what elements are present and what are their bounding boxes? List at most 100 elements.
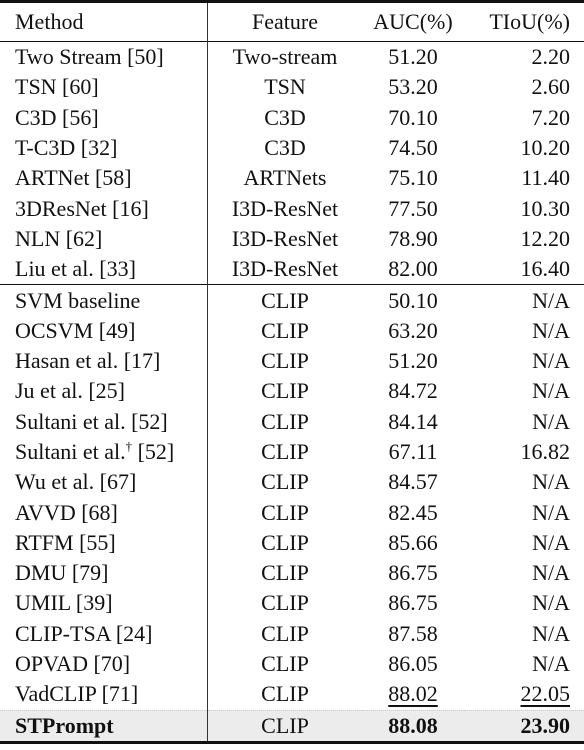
cell-method-text: Hasan et al. [17] (15, 348, 161, 374)
table-row: OPVAD [70] CLIP 86.05 N/A (0, 648, 584, 680)
cell-method-text: CLIP-TSA [24] (15, 620, 153, 646)
cell-tiou-text: 11.40 (521, 165, 570, 191)
cell-method-text: Wu et al. [67] (15, 469, 137, 495)
cell-feature: CLIP (208, 679, 363, 710)
cell-feature: ARTNets (208, 163, 363, 193)
table-row: T-C3D [32] C3D 74.50 10.20 (0, 132, 584, 164)
cell-feature: Two-stream (208, 42, 363, 73)
cell-feature-text: C3D (264, 104, 306, 130)
cell-tiou: 11.40 (464, 163, 584, 193)
cell-auc-text: 67.11 (388, 439, 438, 464)
cell-auc-text: 85.66 (388, 529, 438, 555)
cell-method: Ju et al. [25] (0, 376, 208, 407)
cell-method: 3DResNet [16] (0, 193, 208, 224)
cell-tiou: 10.30 (464, 193, 584, 223)
cell-method-text: STPrompt (15, 712, 114, 738)
cell-tiou: 16.82 (464, 437, 584, 467)
cell-method-text: Sultani et al. (15, 439, 126, 464)
table-row: NLN [62] I3D-ResNet 78.90 12.20 (0, 223, 584, 255)
cell-tiou: 7.20 (464, 103, 584, 133)
cell-method: AVVD [68] (0, 497, 208, 528)
cell-auc: 84.14 (362, 407, 464, 437)
cell-auc-text: 50.10 (388, 287, 438, 313)
cell-method-text: UMIL [39] (15, 590, 113, 616)
cell-auc-text: 51.20 (388, 44, 438, 70)
cell-feature-text: CLIP (261, 499, 309, 525)
cell-feature: CLIP (208, 316, 363, 346)
cell-auc-text: 88.08 (388, 712, 438, 738)
cell-tiou-text: N/A (532, 317, 570, 343)
cell-feature: I3D-ResNet (208, 254, 363, 285)
cell-method: Sultani et al. [52] (0, 406, 208, 437)
cell-feature-text: C3D (264, 135, 306, 161)
table-row: Two Stream [50] Two-stream 51.20 2.20 (0, 41, 584, 73)
cell-method: CLIP-TSA [24] (0, 618, 208, 649)
cell-method-text: TSN [60] (15, 74, 99, 100)
cell-auc-text: 84.57 (388, 469, 438, 495)
cell-auc-text: 74.50 (388, 135, 438, 161)
cell-auc: 70.10 (362, 103, 464, 133)
cell-feature-text: CLIP (261, 651, 309, 677)
cell-feature: I3D-ResNet (208, 193, 363, 223)
cell-tiou-text: 2.60 (531, 74, 571, 100)
cell-feature: CLIP (208, 346, 363, 376)
table-body: Two Stream [50] Two-stream 51.20 2.20 TSN [6… (0, 41, 584, 743)
cell-method: C3D [56] (0, 102, 208, 133)
cell-method-text: SVM baseline (15, 287, 141, 313)
table-row: Ju et al. [25] CLIP 84.72 N/A (0, 376, 584, 407)
cell-feature-text: CLIP (261, 590, 309, 616)
cell-auc: 78.90 (362, 224, 464, 254)
cell-auc-text: 84.14 (388, 408, 438, 434)
cell-auc: 51.20 (362, 42, 464, 73)
table-row: AVVD [68] CLIP 82.45 N/A (0, 497, 584, 528)
cell-auc: 86.05 (362, 649, 464, 679)
cell-tiou-text: N/A (532, 378, 570, 404)
table-row: RTFM [55] CLIP 85.66 N/A (0, 527, 584, 559)
cell-tiou-text: 16.40 (520, 256, 571, 282)
cell-feature-text: CLIP (261, 529, 309, 555)
table-row: VadCLIP [71] CLIP 88.02 22.05 (0, 679, 584, 711)
cell-tiou: N/A (464, 619, 584, 649)
cell-feature-text: TSN (264, 74, 306, 100)
cell-auc-text: 51.20 (388, 348, 438, 374)
cell-method-text: DMU [79] (15, 560, 109, 586)
cell-tiou: N/A (464, 649, 584, 679)
cell-auc: 67.11 (362, 437, 464, 467)
cell-auc-text: 86.75 (388, 560, 438, 586)
cell-method: OCSVM [49] (0, 315, 208, 346)
cell-method: Wu et al. [67] (0, 467, 208, 498)
cell-method: T-C3D [32] (0, 132, 208, 164)
cell-method-text: OPVAD [70] (15, 651, 131, 677)
cell-auc: 86.75 (362, 588, 464, 618)
cell-tiou-text: N/A (532, 590, 570, 616)
cell-auc: 88.08 (362, 710, 464, 742)
cell-tiou: N/A (464, 528, 584, 558)
cell-auc: 50.10 (362, 284, 464, 316)
cell-feature-text: I3D-ResNet (231, 195, 339, 221)
cell-tiou-text: N/A (532, 469, 570, 495)
cell-method: NLN [62] (0, 223, 208, 255)
cell-feature: I3D-ResNet (208, 224, 363, 254)
cell-feature-text: I3D-ResNet (231, 225, 339, 251)
table-row: Hasan et al. [17] CLIP 51.20 N/A (0, 345, 584, 377)
cell-feature-text: I3D-ResNet (231, 256, 339, 282)
cell-auc: 82.45 (362, 497, 464, 527)
header-auc: AUC(%) (373, 9, 453, 34)
cell-feature: CLIP (208, 497, 363, 527)
cell-tiou: N/A (464, 376, 584, 406)
cell-feature: CLIP (208, 649, 363, 679)
cell-tiou: N/A (464, 467, 584, 497)
cell-method-text: ARTNet [58] (15, 165, 132, 191)
table-header: Method Feature AUC(%) TIoU(%) (0, 1, 584, 42)
cell-feature: CLIP (208, 558, 363, 588)
table-row: DMU [79] CLIP 86.75 N/A (0, 558, 584, 589)
cell-tiou-text: N/A (532, 560, 570, 586)
cell-tiou: N/A (464, 316, 584, 346)
cell-auc: 86.75 (362, 558, 464, 588)
cell-tiou-text: N/A (532, 651, 570, 677)
cell-method-text: AVVD [68] (15, 499, 118, 525)
cell-auc: 75.10 (362, 163, 464, 193)
cell-feature-text: CLIP (261, 681, 309, 707)
cell-feature: TSN (208, 72, 363, 102)
cell-auc-text: 87.58 (388, 620, 438, 646)
